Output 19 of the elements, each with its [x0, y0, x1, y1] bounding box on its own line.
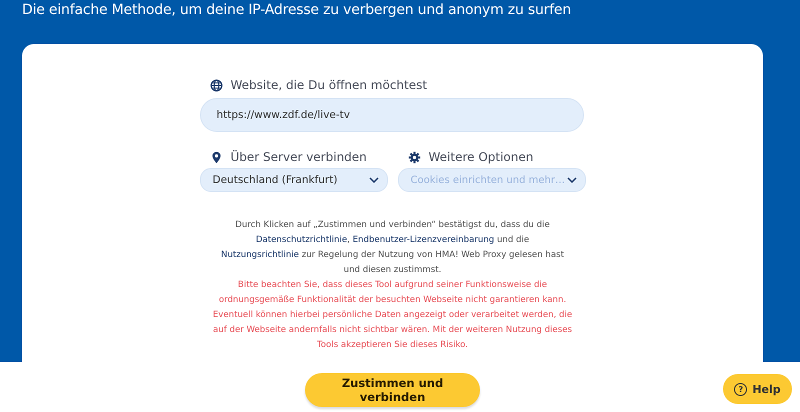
help-icon: ? — [734, 382, 748, 396]
policy-link[interactable]: Nutzungsrichtlinie — [221, 250, 299, 260]
help-button[interactable]: ? Help — [723, 374, 792, 404]
page-headline: Die einfache Methode, um deine IP-Adresse zu verbergen und anonym zu surfen — [21, 1, 572, 20]
consent-text: Durch Klicken auf „Zustimmen und verbinden“ bestätigst du, dass du die Datenschutzrichtlinie, Endbenutzer-Lizenzvereinbarung und die Nutzungsrichtlinie zur Regelung der Nutzung von HMA! Web Proxy gelesen hast und diesen zustimmst. — [220, 219, 565, 277]
field-label: Weitere Optionen — [428, 150, 534, 164]
globe-icon — [210, 78, 222, 92]
chevron-down-icon — [368, 177, 378, 183]
policy-link[interactable]: Datenschutzrichtlinie — [256, 235, 348, 245]
chevron-down-icon — [566, 177, 576, 183]
gear-icon — [408, 150, 420, 164]
location-pin-icon — [210, 150, 222, 164]
url-input-field[interactable]: https://www.zdf.de/live-tv — [200, 98, 584, 132]
policy-link[interactable]: Endbenutzer-Lizenzvereinbarung — [352, 235, 494, 245]
server-dropdown[interactable]: Deutschland (Frankfurt) — [200, 168, 388, 192]
field-label: Website, die Du öffnen möchtest — [230, 78, 428, 92]
warning-text: Bitte beachten Sie, dass dieses Tool aufgrund seiner Funktionsweise die ordnungsgemäße Funktionalität der besuchten Webseite nicht garantieren kann. Eventuell können hierbei persönliche Daten angezeigt oder verarbeitet werden, die auf der Webseite andernfalls nicht sichtbar wären. Mit der weiteren Nutzung dieses Tools akzeptieren Sie dieses Risiko. — [212, 279, 574, 352]
agree-connect-button[interactable]: Zustimmen und verbinden — [305, 373, 480, 407]
field-label: Über Server verbinden — [230, 150, 367, 164]
